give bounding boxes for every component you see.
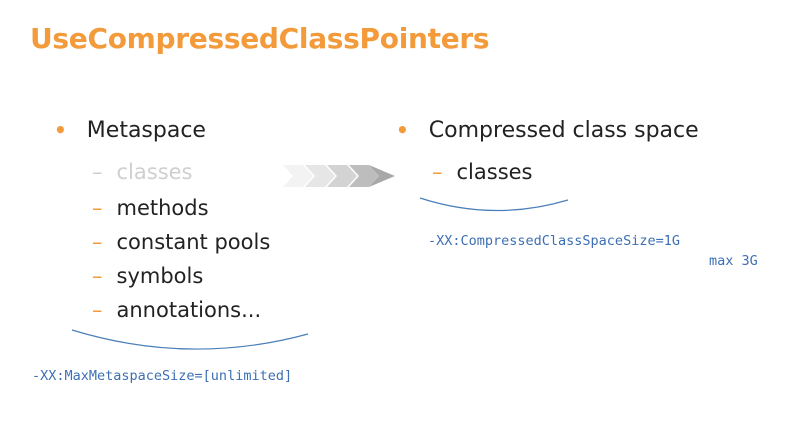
compressed-class-space-size-flag: -XX:CompressedClassSpaceSize=1G <box>428 233 680 249</box>
list-item: – classes <box>92 160 193 184</box>
list-item: – classes <box>432 160 533 184</box>
list-item: – methods <box>92 196 209 220</box>
dash-icon: – <box>92 264 103 288</box>
max-metaspace-flag: -XX:MaxMetaspaceSize=[unlimited] <box>32 368 293 384</box>
metaspace-heading: Metaspace <box>86 118 206 143</box>
compressed-class-space-heading: Compressed class space <box>428 118 699 143</box>
list-item: – constant pools <box>92 230 271 254</box>
chevron-arrow-icon <box>283 165 395 187</box>
slide-title: UseCompressedClassPointers <box>30 22 490 55</box>
compressed-class-space-max: max 3G <box>709 253 758 269</box>
dash-icon: – <box>92 196 103 220</box>
brace-icon <box>71 329 309 350</box>
dash-icon: – <box>92 160 103 184</box>
bullet-icon: • <box>54 118 67 142</box>
bullet-icon: • <box>396 118 409 142</box>
list-item: – symbols <box>92 264 204 288</box>
dash-icon: – <box>432 160 443 184</box>
bullet-compressed-class-space: • Compressed class space <box>396 118 699 143</box>
dash-icon: – <box>92 230 103 254</box>
list-item: – annotations... <box>92 298 262 322</box>
bullet-metaspace: • Metaspace <box>54 118 206 143</box>
brace-icon <box>419 197 569 212</box>
dash-icon: – <box>92 298 103 322</box>
